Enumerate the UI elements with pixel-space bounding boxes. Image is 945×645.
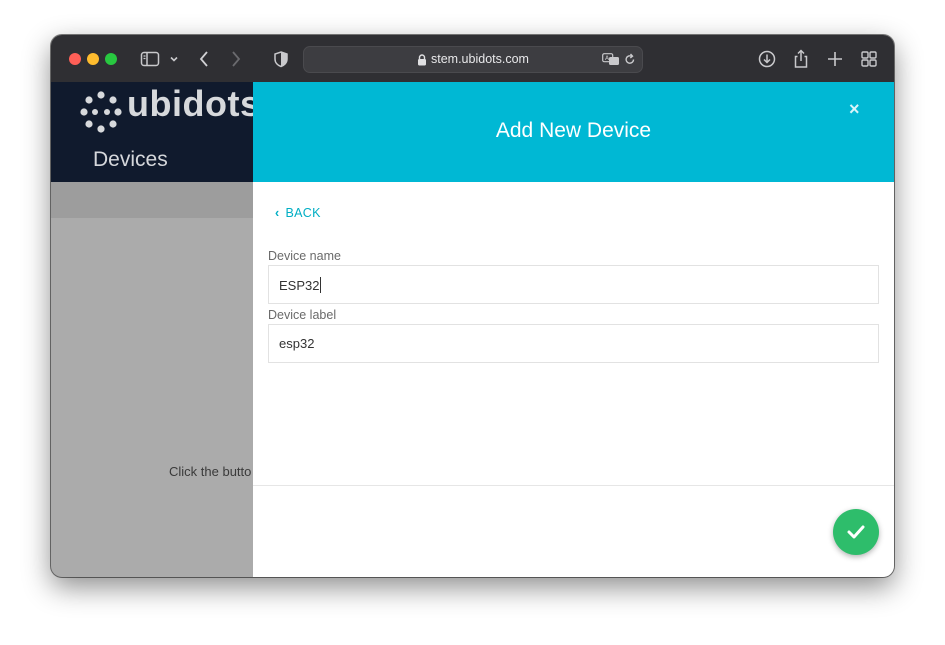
back-link[interactable]: ‹ BACK <box>275 206 321 220</box>
app-header: ubidots Devices <box>51 82 260 182</box>
empty-state-hint: Click the butto <box>169 464 252 479</box>
minimize-window-button[interactable] <box>87 53 99 65</box>
reload-icon[interactable] <box>624 53 636 66</box>
forward-arrow-icon[interactable] <box>229 48 243 70</box>
lock-icon <box>418 54 426 66</box>
confirm-button[interactable] <box>833 509 879 555</box>
zoom-window-button[interactable] <box>105 53 117 65</box>
text-cursor <box>320 277 322 293</box>
sidebar-toggle-icon[interactable] <box>140 48 160 70</box>
device-name-input[interactable]: ESP32 <box>268 265 879 304</box>
device-label-value: esp32 <box>279 336 315 351</box>
device-name-value: ESP32 <box>279 278 320 293</box>
ubidots-logo-icon[interactable] <box>79 90 123 134</box>
check-icon <box>847 525 865 539</box>
new-tab-icon[interactable] <box>825 48 845 70</box>
page-title: Devices <box>93 148 168 171</box>
device-name-label: Device name <box>268 249 341 263</box>
modal-header: Add New Device × <box>253 82 894 182</box>
sidebar-toolbar <box>51 182 253 218</box>
back-label: BACK <box>285 206 321 220</box>
logo-text[interactable]: ubidots <box>127 83 260 125</box>
url-text: stem.ubidots.com <box>431 52 529 66</box>
chevron-down-icon[interactable] <box>168 48 180 70</box>
browser-toolbar: stem.ubidots.com A <box>51 35 894 82</box>
shield-icon[interactable] <box>273 48 289 70</box>
address-bar[interactable]: stem.ubidots.com A <box>303 46 643 73</box>
modal-title: Add New Device <box>495 119 652 142</box>
close-window-button[interactable] <box>69 53 81 65</box>
translate-icon[interactable]: A <box>602 53 620 66</box>
page-content: ubidots Devices Click the butto Add New … <box>51 82 894 577</box>
back-arrow-icon[interactable] <box>197 48 211 70</box>
add-device-modal: Add New Device × ‹ BACK Device name ESP32… <box>253 82 894 577</box>
chevron-left-icon: ‹ <box>275 206 280 220</box>
share-icon[interactable] <box>791 48 811 70</box>
device-label-label: Device label <box>268 308 337 322</box>
tab-overview-icon[interactable] <box>859 48 879 70</box>
close-icon[interactable]: × <box>849 99 860 120</box>
download-icon[interactable] <box>757 48 777 70</box>
device-label-input[interactable]: esp32 <box>268 324 879 363</box>
footer-divider <box>253 485 894 486</box>
browser-window: stem.ubidots.com A ubidots Devices Click… <box>51 35 894 577</box>
